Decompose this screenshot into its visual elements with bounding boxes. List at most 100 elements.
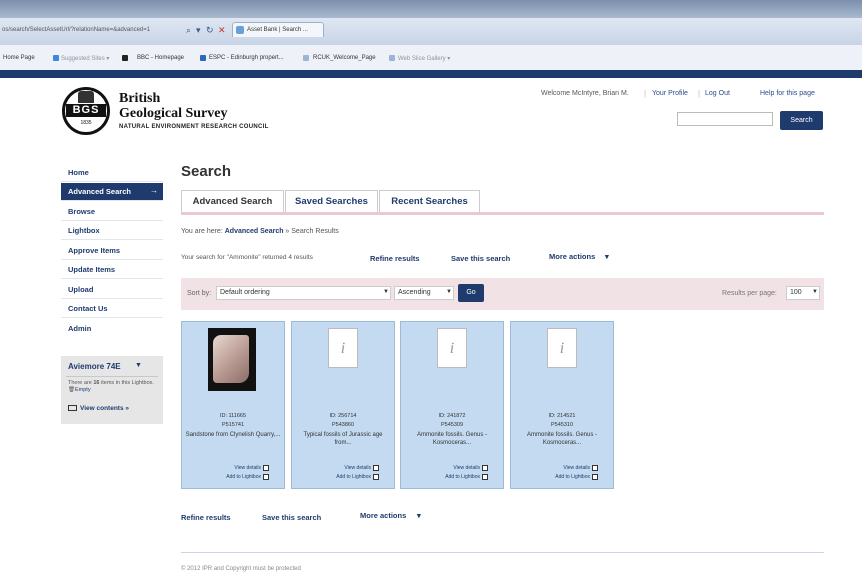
sidebar-item-advanced-search[interactable]: Advanced Search xyxy=(61,183,163,201)
sort-label: Sort by: xyxy=(187,290,212,297)
lightbox-text-post: items in this Lightbox. xyxy=(99,380,154,386)
result-id: ID: 241872 xyxy=(438,413,466,419)
tab-recent-searches[interactable]: Recent Searches xyxy=(379,190,480,212)
more-actions-menu[interactable]: More actions xyxy=(360,511,406,520)
add-to-lightbox-link[interactable]: Add to Lightbox xyxy=(510,474,590,480)
add-to-lightbox-icon[interactable] xyxy=(592,474,598,480)
add-to-lightbox-icon[interactable] xyxy=(263,474,269,480)
add-to-lightbox-icon[interactable] xyxy=(482,474,488,480)
results-per-page-label: Results per page: xyxy=(722,290,777,297)
empty-lightbox-link[interactable]: Empty xyxy=(75,387,91,393)
crest-icon xyxy=(78,91,94,103)
arrow-right-icon: → xyxy=(150,186,158,195)
save-search-link[interactable]: Save this search xyxy=(451,254,510,263)
go-button[interactable]: Go xyxy=(458,284,484,302)
sort-select[interactable]: Default ordering xyxy=(216,286,391,300)
sidebar-item-update-items[interactable]: Update Items xyxy=(61,261,163,279)
brand-line-3: NATURAL ENVIRONMENT RESEARCH COUNCIL xyxy=(119,124,269,130)
tab-underline xyxy=(181,212,824,215)
view-details-icon[interactable] xyxy=(482,465,488,471)
sidebar-item-browse[interactable]: Browse xyxy=(61,203,163,221)
sidebar-item-admin[interactable]: Admin xyxy=(61,320,163,338)
search-icon[interactable]: ⌕ xyxy=(186,25,191,36)
chevron-down-icon[interactable]: ▾ xyxy=(417,511,421,520)
log-out-link[interactable]: Log Out xyxy=(705,90,730,97)
view-details-link[interactable]: View details xyxy=(400,465,480,471)
brand-line-2: Geological Survey xyxy=(119,106,228,121)
browser-title-bar xyxy=(0,0,862,18)
view-details-link[interactable]: View details xyxy=(291,465,371,471)
fav-bbc[interactable]: BBC - Homepage xyxy=(137,55,184,61)
brand-line-1: British xyxy=(119,91,161,106)
result-title[interactable]: Ammonite fossils. Genus - Kosmoceras... xyxy=(514,431,610,447)
breadcrumb: You are here: Advanced Search » Search R… xyxy=(181,228,339,235)
trash-icon: 🗑 xyxy=(68,387,75,393)
help-link[interactable]: Help for this page xyxy=(760,90,815,97)
save-search-link[interactable]: Save this search xyxy=(262,513,321,522)
breadcrumb-advanced-search-link[interactable]: Advanced Search xyxy=(225,228,284,235)
view-details-link[interactable]: View details xyxy=(181,465,261,471)
result-title[interactable]: Sandstone from Clynelish Quarry,... xyxy=(185,431,281,439)
result-id: ID: 111665 xyxy=(219,413,247,419)
stop-icon[interactable]: ✕ xyxy=(218,25,226,36)
info-icon: i xyxy=(559,340,565,357)
info-icon: i xyxy=(340,340,346,357)
fav-home-page[interactable]: Home Page xyxy=(3,55,35,61)
page-title: Search xyxy=(181,163,232,180)
browser-tab[interactable]: Asset Bank | Search ... xyxy=(232,22,324,37)
logo-year: 1835 xyxy=(80,120,92,126)
order-select[interactable]: Ascending xyxy=(394,286,454,300)
tab-saved-searches[interactable]: Saved Searches xyxy=(285,190,378,212)
espc-icon xyxy=(200,55,206,61)
chevron-down-icon[interactable]: ▼ xyxy=(446,289,452,295)
url-field[interactable]: os/search/SelectAssetUrl/?relationName=&… xyxy=(2,27,150,33)
add-to-lightbox-link[interactable]: Add to Lightbox xyxy=(291,474,371,480)
dropdown-icon[interactable]: ▾ xyxy=(196,25,201,36)
bbc-icon xyxy=(122,55,128,61)
result-title[interactable]: Typical fossils of Jurassic age from... xyxy=(295,431,391,447)
separator: | xyxy=(698,89,701,98)
search-button[interactable]: Search xyxy=(780,111,823,130)
page-icon xyxy=(303,55,309,61)
separator: | xyxy=(644,89,647,98)
sidebar-item-home[interactable]: Home xyxy=(61,164,163,182)
refine-results-link[interactable]: Refine results xyxy=(370,254,420,263)
search-input[interactable] xyxy=(677,112,773,126)
view-details-icon[interactable] xyxy=(263,465,269,471)
fav-espc[interactable]: ESPC - Edinburgh propert... xyxy=(209,55,284,61)
chevron-down-icon[interactable]: ▼ xyxy=(812,289,818,295)
fav-suggested-sites[interactable]: Suggested Sites ▾ xyxy=(61,55,109,62)
lightbox-text-pre: There are xyxy=(68,380,94,386)
sidebar-item-upload[interactable]: Upload xyxy=(61,281,163,299)
chevron-down-icon[interactable]: ▾ xyxy=(605,252,609,261)
sidebar-item-contact-us[interactable]: Contact Us xyxy=(61,300,163,318)
add-to-lightbox-link[interactable]: Add to Lightbox xyxy=(400,474,480,480)
add-to-lightbox-icon[interactable] xyxy=(373,474,379,480)
result-ref: P515741 xyxy=(221,422,245,428)
view-contents-link[interactable]: View contents » xyxy=(80,405,129,412)
logo-text: BGS xyxy=(66,104,106,117)
refresh-icon[interactable]: ↻ xyxy=(206,25,214,36)
chevron-down-icon[interactable]: ▼ xyxy=(135,362,142,369)
info-icon: i xyxy=(449,340,455,357)
fav-web-slice-gallery[interactable]: Web Slice Gallery ▾ xyxy=(398,55,450,62)
result-id: ID: 214521 xyxy=(548,413,576,419)
lightbox-title[interactable]: Aviemore 74E xyxy=(68,362,121,371)
breadcrumb-current: » Search Results xyxy=(283,228,339,235)
fav-rcuk[interactable]: RCUK_Welcome_Page xyxy=(313,55,376,61)
your-profile-link[interactable]: Your Profile xyxy=(652,90,688,97)
tab-advanced-search[interactable]: Advanced Search xyxy=(181,190,284,212)
sidebar-item-lightbox[interactable]: Lightbox xyxy=(61,222,163,240)
result-ref: P545310 xyxy=(550,422,574,428)
web-slice-icon xyxy=(389,55,395,61)
result-summary: Your search for "Ammonite" returned 4 re… xyxy=(181,254,313,261)
refine-results-link[interactable]: Refine results xyxy=(181,513,231,522)
view-details-icon[interactable] xyxy=(592,465,598,471)
add-to-lightbox-link[interactable]: Add to Lightbox xyxy=(181,474,261,480)
sidebar-item-approve-items[interactable]: Approve Items xyxy=(61,242,163,260)
result-title[interactable]: Ammonite fossils. Genus - Kosmoceras... xyxy=(404,431,500,447)
view-details-link[interactable]: View details xyxy=(510,465,590,471)
more-actions-menu[interactable]: More actions xyxy=(549,252,595,261)
view-details-icon[interactable] xyxy=(373,465,379,471)
chevron-down-icon[interactable]: ▼ xyxy=(383,289,389,295)
